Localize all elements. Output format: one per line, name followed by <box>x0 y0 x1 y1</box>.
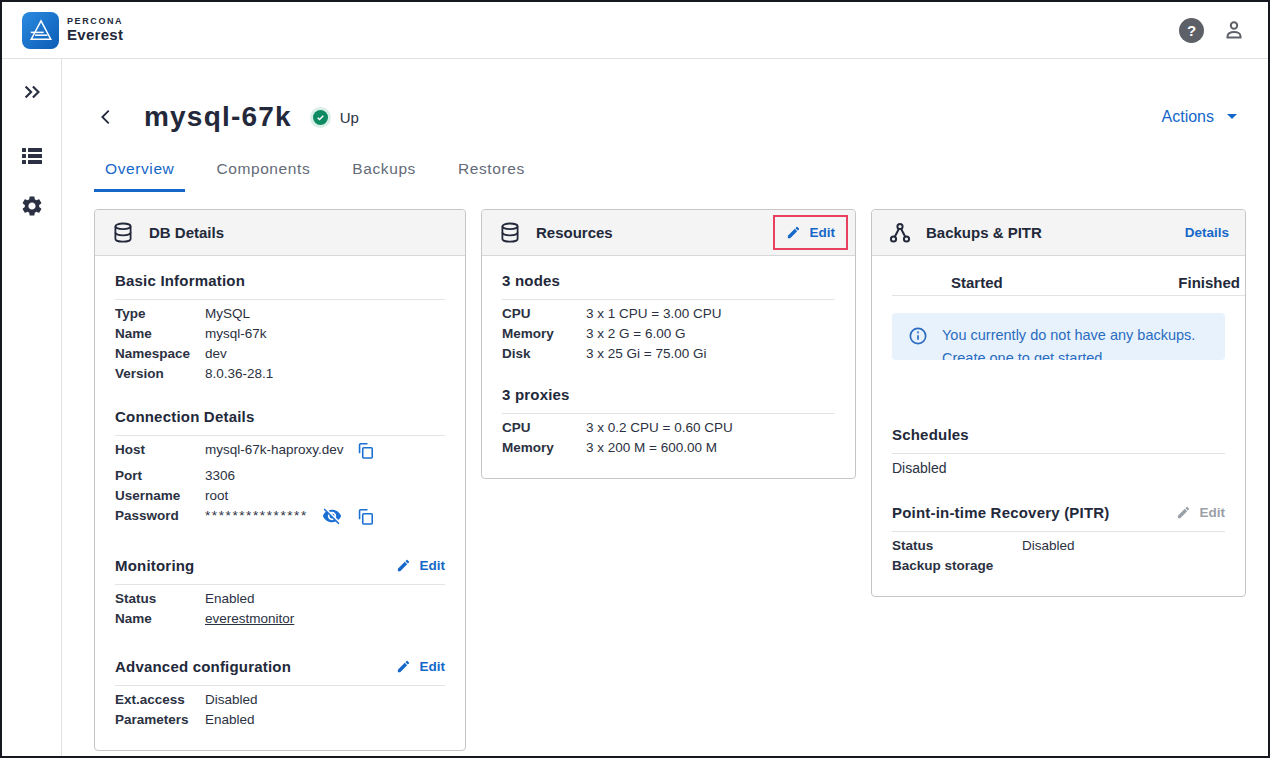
pencil-icon <box>786 225 801 240</box>
sidebar-settings-icon[interactable] <box>18 192 46 220</box>
info-icon <box>908 326 928 346</box>
copy-host-icon[interactable] <box>356 441 375 460</box>
row-backup-storage: Backup storage <box>892 556 1225 576</box>
resources-title: Resources <box>536 224 613 241</box>
brand[interactable]: PERCONA Everest <box>22 12 123 49</box>
alert-text: You currently do not have any backups. C… <box>942 324 1209 360</box>
sidebar-collapse-icon[interactable] <box>18 78 46 106</box>
app-window: PERCONA Everest ? <box>0 0 1270 758</box>
monitoring-title: Monitoring <box>115 557 194 574</box>
tab-bar: Overview Components Backups Restores <box>94 160 1246 192</box>
row-proxies-cpu: CPU3 x 0.2 CPU = 0.60 CPU <box>502 418 835 438</box>
basic-info-title: Basic Information <box>115 272 245 289</box>
row-ext-access: Ext.accessDisabled <box>115 690 445 710</box>
proxies-title: 3 proxies <box>502 386 570 403</box>
sidebar-databases-icon[interactable] <box>18 142 46 170</box>
connection-details-title: Connection Details <box>115 408 254 425</box>
actions-button[interactable]: Actions <box>1162 108 1246 126</box>
sidebar <box>2 59 62 756</box>
help-icon[interactable]: ? <box>1179 18 1204 43</box>
row-host: Host mysql-67k-haproxy.dev <box>115 440 445 460</box>
row-pitr-status: StatusDisabled <box>892 536 1225 556</box>
col-finished: Finished <box>1178 274 1240 291</box>
tab-components[interactable]: Components <box>205 160 321 192</box>
advanced-edit-button[interactable]: Edit <box>396 659 446 674</box>
main-content: mysql-67k Up Actions Overview Components… <box>62 59 1268 756</box>
pencil-icon <box>396 558 411 573</box>
row-namespace: Namespacedev <box>115 344 445 364</box>
brand-everest: Everest <box>67 27 123 44</box>
row-port: Port3306 <box>115 466 445 486</box>
backups-card: Backups & PITR Details Started Finished … <box>871 209 1246 597</box>
caret-down-icon <box>1226 113 1238 121</box>
topbar-icons: ? <box>1179 18 1246 43</box>
page-title: mysql-67k <box>144 101 292 133</box>
show-password-icon[interactable] <box>322 506 342 526</box>
brand-text: PERCONA Everest <box>67 17 123 43</box>
db-details-title: DB Details <box>149 224 224 241</box>
resources-card: Resources Edit 3 nodes CPU3 x 1 CPU = 3.… <box>481 209 856 479</box>
monitoring-edit-button[interactable]: Edit <box>396 558 446 573</box>
row-version: Version8.0.36-28.1 <box>115 364 445 384</box>
row-nodes-memory: Memory3 x 2 G = 6.00 G <box>502 324 835 344</box>
row-name: Namemysql-67k <box>115 324 445 344</box>
row-nodes-cpu: CPU3 x 1 CPU = 3.00 CPU <box>502 304 835 324</box>
copy-password-icon[interactable] <box>356 507 375 526</box>
tab-backups[interactable]: Backups <box>341 160 427 192</box>
tab-restores[interactable]: Restores <box>447 160 536 192</box>
col-started: Started <box>951 274 1003 291</box>
row-schedules: Disabled <box>892 458 1225 478</box>
pitr-title: Point-in-time Recovery (PITR) <box>892 504 1110 521</box>
advanced-config-title: Advanced configuration <box>115 658 291 675</box>
back-button[interactable] <box>94 105 118 129</box>
nodes-title: 3 nodes <box>502 272 560 289</box>
backups-details-link[interactable]: Details <box>1185 225 1229 240</box>
percona-logo-icon <box>22 12 59 49</box>
pencil-icon <box>396 659 411 674</box>
monitoring-name-link[interactable]: everestmonitor <box>205 609 294 629</box>
no-backups-alert: You currently do not have any backups. C… <box>892 313 1225 360</box>
resources-edit-button[interactable]: Edit <box>773 215 849 250</box>
db-details-card: DB Details Basic Information TypeMySQL N… <box>94 209 466 751</box>
row-parameters: ParametersEnabled <box>115 710 445 730</box>
row-type: TypeMySQL <box>115 304 445 324</box>
backups-title: Backups & PITR <box>926 224 1042 241</box>
schedules-title: Schedules <box>892 426 969 443</box>
tab-overview[interactable]: Overview <box>94 160 185 192</box>
top-bar: PERCONA Everest ? <box>2 2 1268 59</box>
database-icon <box>111 221 135 245</box>
row-username: Usernameroot <box>115 486 445 506</box>
user-icon[interactable] <box>1222 18 1246 42</box>
status-badge: Up <box>310 107 359 128</box>
database-icon <box>498 221 522 245</box>
pitr-edit-button[interactable]: Edit <box>1176 505 1226 520</box>
status-text: Up <box>340 109 359 126</box>
row-password: Password *************** <box>115 506 445 526</box>
network-icon <box>888 221 912 245</box>
pencil-icon <box>1176 505 1191 520</box>
row-monitoring-status: StatusEnabled <box>115 589 445 609</box>
row-nodes-disk: Disk3 x 25 Gi = 75.00 Gi <box>502 344 835 364</box>
row-proxies-memory: Memory3 x 200 M = 600.00 M <box>502 438 835 458</box>
status-up-icon <box>310 107 331 128</box>
row-monitoring-name: Nameeverestmonitor <box>115 609 445 629</box>
